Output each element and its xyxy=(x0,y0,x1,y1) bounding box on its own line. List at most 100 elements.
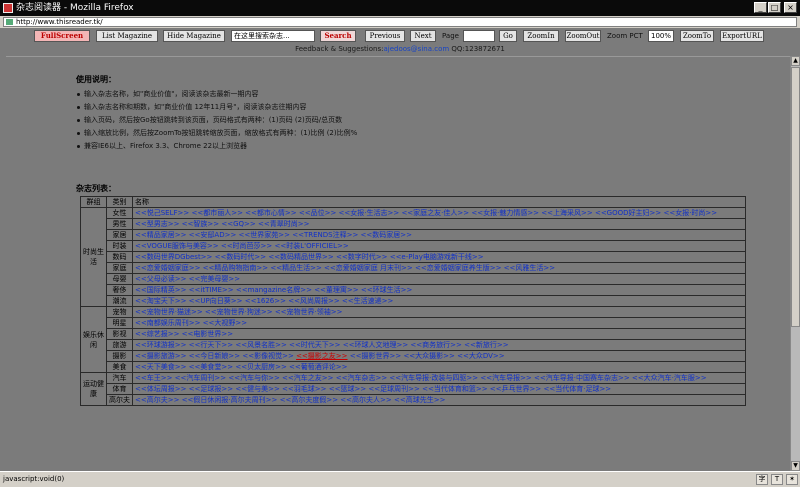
table-row: 家庭 <<恋爱婚姻家庭>> <<精品购物指南>> <<精品生活>> <<恋爱婚姻家… xyxy=(81,262,746,274)
zoom-to-button[interactable]: ZoomTo xyxy=(680,30,714,42)
category-cell: 时装 xyxy=(106,240,133,252)
usage-item: 输入杂志名称，如"商业价值"，阅读该杂志最新一期内容 xyxy=(76,88,716,101)
header-group: 群组 xyxy=(80,196,107,208)
feedback-line: Feedback & Suggestions:ajedoos@sina.com … xyxy=(0,44,800,54)
feedback-qq: QQ:123872671 xyxy=(451,45,505,53)
status-text: javascript:void(0) xyxy=(3,475,65,483)
category-cell: 体育 xyxy=(106,383,133,395)
magazine-links-cell[interactable]: <<综艺报>> <<电影世界>> xyxy=(132,328,746,340)
category-cell: 男性 xyxy=(106,218,133,230)
usage-heading: 使用说明： xyxy=(76,75,116,84)
magazine-links-cell[interactable]: <<型男志>> <<智族>> <<GQ>> <<青翠时尚>> xyxy=(132,218,746,230)
category-cell: 宠物 xyxy=(106,306,133,318)
usage-item: 兼容IE6以上、Firefox 3.3、Chrome 22以上浏览器 xyxy=(76,140,716,153)
hide-magazine-button[interactable]: Hide Magazine xyxy=(163,30,225,42)
zoom-in-button[interactable]: ZoomIn xyxy=(523,30,559,42)
magazine-links-cell[interactable]: <<国际精英>> <<itTIME>> <<mangazine名牌>> <<董理… xyxy=(132,284,746,296)
magazine-links-cell[interactable]: <<高尔夫>> <<假日休闲报·高尔夫周刊>> <<高尔夫度假>> <<高尔夫人… xyxy=(132,394,746,406)
next-button[interactable]: Next xyxy=(410,30,436,42)
group-cell: 娱乐休闲 xyxy=(80,306,107,373)
category-cell: 奢侈 xyxy=(106,284,133,296)
go-button[interactable]: Go xyxy=(499,30,517,42)
table-row: 摄影 <<摄影旅游>> <<今日新娘>> <<影像视觉>> <<摄影之友>> <<… xyxy=(81,350,746,362)
translate-icon[interactable]: T xyxy=(771,474,783,485)
table-row: 时装 <<VOGUE服饰与美容>> <<时尚芭莎>> <<时装L'OFFICIEL… xyxy=(81,240,746,252)
magazine-table: 群组 类别 名称 时尚生活 女性 <<悦己SELF>> <<都市丽人>> <<都市心… xyxy=(80,196,746,406)
scroll-thumb[interactable] xyxy=(791,67,800,327)
url-field[interactable]: http://www.thisreader.tk/ xyxy=(3,17,797,27)
magazine-links-cell[interactable]: <<恋爱婚姻家庭>> <<精品购物指南>> <<精品生活>> <<恋爱婚姻家庭 … xyxy=(132,262,746,274)
minimize-button[interactable]: _ xyxy=(754,2,767,13)
dictionary-icon[interactable]: 字 xyxy=(756,474,768,485)
close-button[interactable]: × xyxy=(784,2,797,13)
category-cell: 美食 xyxy=(106,361,133,373)
table-row: 奢侈 <<国际精英>> <<itTIME>> <<mangazine名牌>> <<… xyxy=(81,284,746,296)
table-row: 数码 <<数码世界DGbest>> <<数码时代>> <<数码精品世界>> <<数… xyxy=(81,251,746,263)
highlighted-magazine-link[interactable]: <<摄影之友>> xyxy=(296,352,347,360)
header-name: 名称 xyxy=(132,196,746,208)
status-bar: javascript:void(0) 字 T ✶ xyxy=(0,471,800,487)
list-magazine-button[interactable]: List Magazine xyxy=(96,30,158,42)
magazine-links-cell[interactable]: <<悦己SELF>> <<都市丽人>> <<都市心情>> <<品位>> <<女报… xyxy=(132,207,746,219)
search-input[interactable]: 在这里搜索杂志... xyxy=(231,30,315,42)
addon-icon[interactable]: ✶ xyxy=(786,474,798,485)
magazine-links-cell[interactable]: <<淘宝天下>> <<UP向日葵>> <<1626>> <<风尚周报>> <<生… xyxy=(132,295,746,307)
previous-button[interactable]: Previous xyxy=(365,30,405,42)
usage-item: 输入页码，然后按Go按钮跳转到该页面，页码格式有两种：(1)页码 (2)页码/总… xyxy=(76,114,716,127)
magazine-links-cell[interactable]: <<父母必读>> <<完美母婴>> xyxy=(132,273,746,285)
table-row: 旅游 <<环球游报>> <<行天下>> <<风景名胜>> <<时代天下>> <<环… xyxy=(81,339,746,351)
table-row: 母婴 <<父母必读>> <<完美母婴>> xyxy=(81,273,746,285)
scroll-down-arrow-icon[interactable]: ▼ xyxy=(791,461,800,471)
table-row: 娱乐休闲 宠物 <<宠物世界·猫迷>> <<宠物世界·狗迷>> <<宠物世界·领袖>… xyxy=(80,306,746,373)
category-cell: 影视 xyxy=(106,328,133,340)
fullscreen-button[interactable]: FullScreen xyxy=(34,30,90,42)
table-header-row: 群组 类别 名称 xyxy=(80,196,746,208)
category-cell: 家居 xyxy=(106,229,133,241)
vertical-scrollbar[interactable]: ▲ ▼ xyxy=(790,56,800,471)
category-cell: 明星 xyxy=(106,317,133,329)
magazine-links-cell[interactable]: <<精品家居>> <<安邸AD>> <<世界家苑>> <<TRENDS注释>> … xyxy=(132,229,746,241)
category-cell: 高尔夫 xyxy=(106,394,133,406)
magazine-links-cell[interactable]: <<摄影旅游>> <<今日新娘>> <<影像视觉>> <<摄影之友>> <<摄影… xyxy=(132,350,746,362)
category-cell: 母婴 xyxy=(106,273,133,285)
magazine-links-cell[interactable]: <<天下美食>> <<美食堂>> <<贝太厨房>> <<葡萄酒评论>> xyxy=(132,361,746,373)
export-url-button[interactable]: ExportURL xyxy=(720,30,764,42)
category-cell: 旅游 xyxy=(106,339,133,351)
table-row: 明星 <<南都娱乐周刊>> <<大视野>> xyxy=(81,317,746,329)
table-row: 家居 <<精品家居>> <<安邸AD>> <<世界家苑>> <<TRENDS注释>… xyxy=(81,229,746,241)
window-title: 杂志阅读器 - Mozilla Firefox xyxy=(16,3,134,13)
category-cell: 摄影 xyxy=(106,350,133,362)
table-row: 潮流 <<淘宝天下>> <<UP向日葵>> <<1626>> <<风尚周报>> <… xyxy=(81,295,746,307)
table-row: 高尔夫 <<高尔夫>> <<假日休闲报·高尔夫周刊>> <<高尔夫度假>> <<高… xyxy=(81,394,746,406)
table-row: 体育 <<体坛周报>> <<足球报>> <<健与美>> <<羽毛球>> <<篮球>… xyxy=(81,383,746,395)
magazine-table-body: 时尚生活 女性 <<悦己SELF>> <<都市丽人>> <<都市心情>> <<品位>… xyxy=(80,207,746,406)
category-cell: 汽车 xyxy=(106,372,133,384)
reader-toolbar: FullScreen List Magazine Hide Magazine 在… xyxy=(0,28,800,44)
magazine-links-cell[interactable]: <<体坛周报>> <<足球报>> <<健与美>> <<羽毛球>> <<篮球>> … xyxy=(132,383,746,395)
zoom-pct-input[interactable]: 100% xyxy=(648,30,674,42)
search-button[interactable]: Search xyxy=(320,30,356,42)
zoom-out-button[interactable]: ZoomOut xyxy=(565,30,601,42)
feedback-label: Feedback & Suggestions: xyxy=(295,45,384,53)
usage-list: 输入杂志名称，如"商业价值"，阅读该杂志最新一期内容 输入杂志名称和期数，如"商… xyxy=(76,88,716,153)
magazine-links-cell[interactable]: <<VOGUE服饰与美容>> <<时尚芭莎>> <<时装L'OFFICIEL>> xyxy=(132,240,746,252)
category-cell: 数码 xyxy=(106,251,133,263)
magazine-links-cell[interactable]: <<环球游报>> <<行天下>> <<风景名胜>> <<时代天下>> <<环球人… xyxy=(132,339,746,351)
feedback-email-link[interactable]: ajedoos@sina.com xyxy=(383,45,449,53)
table-row: 影视 <<综艺报>> <<电影世界>> xyxy=(81,328,746,340)
magazine-links-cell[interactable]: <<车王>> <<汽车周刊>> <<汽车与你>> <<汽车之友>> <<汽车杂志… xyxy=(132,372,746,384)
table-row: 时尚生活 女性 <<悦己SELF>> <<都市丽人>> <<都市心情>> <<品位>… xyxy=(80,207,746,307)
page-input[interactable] xyxy=(463,30,495,42)
magazine-links-cell[interactable]: <<南都娱乐周刊>> <<大视野>> xyxy=(132,317,746,329)
category-cell: 家庭 xyxy=(106,262,133,274)
scroll-up-arrow-icon[interactable]: ▲ xyxy=(791,56,800,66)
maximize-button[interactable]: □ xyxy=(768,2,781,13)
usage-item: 输入缩放比例，然后按ZoomTo按钮跳转缩放页面，缩放格式有两种：(1)比例 (… xyxy=(76,127,716,140)
magazine-links-cell[interactable]: <<宠物世界·猫迷>> <<宠物世界·狗迷>> <<宠物世界·领袖>> xyxy=(132,306,746,318)
zoom-pct-label: Zoom PCT xyxy=(607,32,643,40)
page-label: Page xyxy=(442,32,459,40)
table-row: 美食 <<天下美食>> <<美食堂>> <<贝太厨房>> <<葡萄酒评论>> xyxy=(81,361,746,373)
magazine-links-cell[interactable]: <<数码世界DGbest>> <<数码时代>> <<数码精品世界>> <<数字时… xyxy=(132,251,746,263)
group-cell: 运动健康 xyxy=(80,372,107,406)
category-cell: 女性 xyxy=(106,207,133,219)
